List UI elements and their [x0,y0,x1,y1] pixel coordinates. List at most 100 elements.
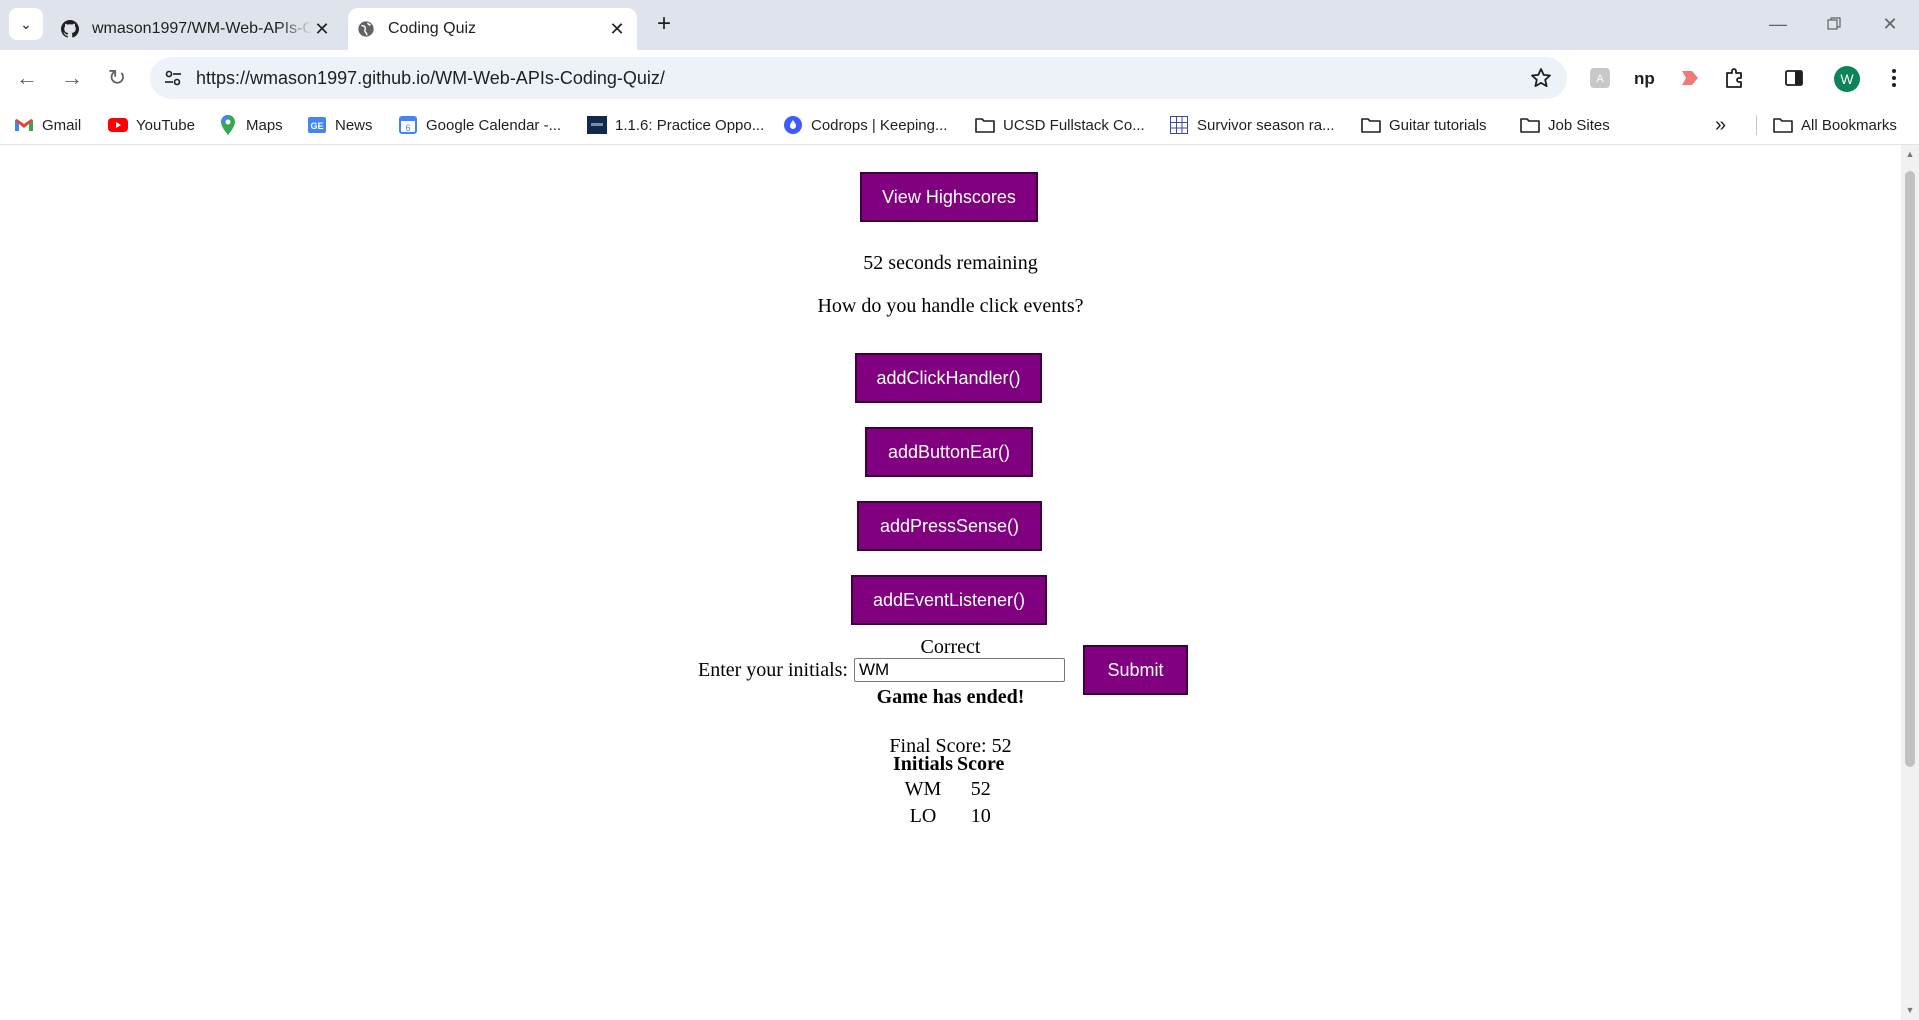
question-text: How do you handle click events? [817,295,1084,317]
bookmark-survivor[interactable]: Survivor season ra... [1169,114,1335,136]
extension-icon[interactable]: A [1586,64,1614,92]
np-extension-icon[interactable]: np [1631,64,1659,92]
answer-button-4[interactable]: addEventListener() [851,575,1047,625]
url-text: https://wmason1997.github.io/WM-Web-APIs… [196,68,665,88]
bookmark-codrops[interactable]: Codrops | Keeping... [783,114,947,136]
folder-icon [975,115,995,135]
svg-text:GE: GE [310,121,323,131]
folder-icon [1773,115,1793,135]
grid-icon [1169,115,1189,135]
cast-extension-icon[interactable] [1676,64,1704,92]
bookmark-maps[interactable]: Maps [218,114,283,136]
close-icon[interactable]: ✕ [607,19,627,39]
svg-text:A: A [1596,73,1604,85]
bookmark-news[interactable]: GE News [307,114,373,136]
table-header-row: Initials Score [891,753,1006,776]
bookmark-label: 1.1.6: Practice Oppo... [615,116,765,134]
chevron-down-icon: ⌄ [20,15,32,32]
bookmark-label: Guitar tutorials [1389,116,1487,134]
reload-icon: ↻ [107,65,127,90]
bookmark-ucsd-fullstack[interactable]: UCSD Fullstack Co... [975,114,1145,136]
tab-title: Coding Quiz [388,20,477,37]
initials-input[interactable] [853,658,1065,682]
table-cell: WM [904,778,942,800]
tab-coding-quiz[interactable]: Coding Quiz ✕ [348,8,637,50]
minimize-button[interactable]: — [1758,8,1798,40]
bookmark-label: News [335,116,373,134]
bookmark-label: Gmail [42,116,82,134]
window-close-button[interactable]: ✕ [1870,8,1910,40]
reload-button[interactable]: ↻ [99,60,135,96]
column-header: Initials [893,753,954,775]
more-menu-icon[interactable] [1880,64,1908,92]
bookmark-job-sites[interactable]: Job Sites [1520,114,1610,136]
site-icon [587,115,607,135]
bookmarks-bar: Gmail YouTube Maps GE News 6 Google Cale… [0,106,1919,145]
globe-icon [356,19,376,39]
table-cell: 10 [970,805,991,827]
bookmark-youtube[interactable]: YouTube [108,114,195,136]
bookmark-google-calendar[interactable]: 6 Google Calendar -... [398,114,561,136]
table-row: WM 52 [891,776,1006,803]
bookmark-label: Maps [246,116,283,134]
back-button[interactable]: ← [9,60,45,96]
plus-icon: + [656,10,671,37]
restore-icon [1827,17,1841,30]
answer-button-2[interactable]: addButtonEar() [865,427,1033,477]
youtube-icon [108,115,128,135]
site-settings-icon[interactable] [162,67,184,89]
page-viewport: View Highscores 52 seconds remaining How… [0,145,1901,1020]
bookmark-gmail[interactable]: Gmail [14,114,81,136]
close-icon: ✕ [1882,13,1898,34]
highscores-table: Initials Score WM 52 LO 10 [891,753,1006,830]
arrow-right-icon: → [61,65,83,90]
all-bookmarks[interactable]: All Bookmarks [1773,114,1897,136]
bookmark-star-icon[interactable] [1529,66,1553,90]
answer-button-1[interactable]: addClickHandler() [855,353,1042,403]
answer-button-3[interactable]: addPressSense() [857,501,1042,551]
submit-button[interactable]: Submit [1082,645,1188,695]
column-header: Score [957,753,1005,775]
address-bar[interactable]: https://wmason1997.github.io/WM-Web-APIs… [150,57,1567,99]
codrops-icon [783,115,803,135]
calendar-icon: 6 [398,115,418,135]
bookmark-label: UCSD Fullstack Co... [1003,116,1145,134]
table-cell: 52 [970,778,991,800]
tab-strip: ⌄ wmason1997/WM-Web-APIs-Coding-Quiz ✕ C… [0,0,1919,50]
maps-icon [218,115,238,135]
timer-text: 52 seconds remaining [863,252,1038,274]
github-icon [60,19,80,39]
puzzle-icon[interactable] [1721,64,1749,92]
folder-icon [1520,115,1540,135]
initials-form: Enter your initials: Submit [698,645,1188,695]
side-panel-icon[interactable] [1780,64,1808,92]
bookmark-label: Job Sites [1548,116,1610,134]
news-icon: GE [307,115,327,135]
arrow-left-icon: ← [16,65,38,90]
tab-title: wmason1997/WM-Web-APIs-Coding-Quiz [92,20,312,37]
forward-button[interactable]: → [54,60,90,96]
restore-button[interactable] [1814,8,1854,40]
tab-search-button[interactable]: ⌄ [9,8,43,40]
minimize-icon: — [1769,13,1787,34]
table-row: LO 10 [891,803,1006,830]
bookmark-label: Google Calendar -... [426,116,562,134]
page-scrollbar[interactable]: ▲ ▼ [1901,145,1919,1020]
bookmark-label: Survivor season ra... [1197,116,1335,134]
view-highscores-button[interactable]: View Highscores [860,172,1038,222]
svg-text:np: np [1634,69,1655,88]
profile-avatar[interactable]: W [1834,66,1860,92]
scroll-up-arrow-icon[interactable]: ▲ [1905,149,1915,159]
svg-text:6: 6 [405,123,410,133]
bookmark-practice[interactable]: 1.1.6: Practice Oppo... [587,114,764,136]
new-tab-button[interactable]: + [650,10,678,38]
tab-github[interactable]: wmason1997/WM-Web-APIs-Coding-Quiz ✕ [52,8,342,50]
bookmark-label: Codrops | Keeping... [811,116,948,134]
scroll-down-arrow-icon[interactable]: ▼ [1905,1005,1915,1015]
gmail-icon [14,115,34,135]
bookmark-guitar-tutorials[interactable]: Guitar tutorials [1361,114,1487,136]
bookmarks-overflow-button[interactable]: » [1715,114,1726,136]
scrollbar-thumb[interactable] [1905,171,1915,767]
close-icon[interactable]: ✕ [312,19,332,39]
initials-label: Enter your initials: [698,658,848,681]
